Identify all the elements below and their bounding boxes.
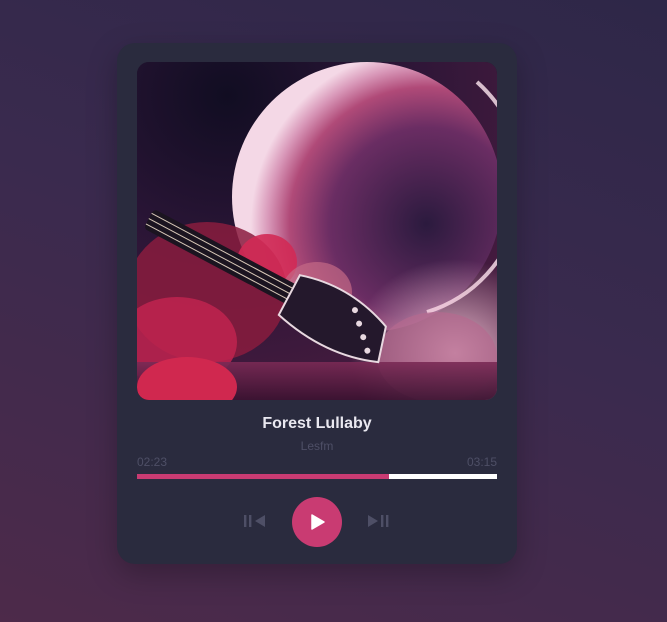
skip-previous-icon — [242, 513, 267, 529]
album-cover-image — [137, 62, 497, 400]
current-time: 02:23 — [137, 455, 168, 469]
previous-track-button[interactable] — [242, 513, 267, 529]
track-duration: 03:15 — [466, 455, 497, 469]
music-player-card: Forest Lullaby Lesfm 02:23 03:15 — [117, 43, 517, 564]
progress-bar-fill — [137, 474, 389, 479]
progress-bar[interactable] — [137, 474, 497, 479]
next-track-button[interactable] — [366, 513, 391, 529]
track-artist: Lesfm — [300, 439, 334, 453]
play-icon — [292, 497, 342, 547]
play-button[interactable] — [292, 497, 342, 547]
track-title: Forest Lullaby — [262, 415, 372, 432]
skip-next-icon — [366, 513, 391, 529]
